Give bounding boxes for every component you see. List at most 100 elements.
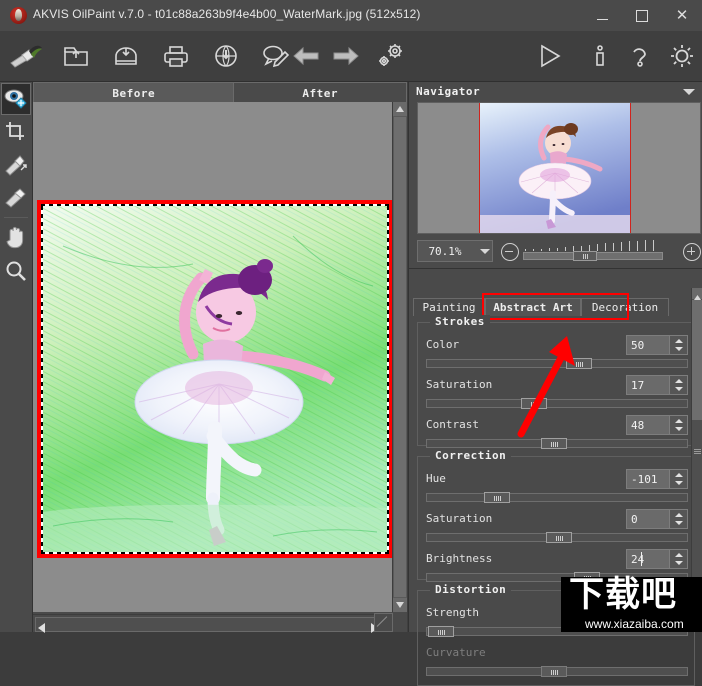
- contrast-stepper[interactable]: [670, 415, 688, 435]
- correction-saturation-slider-thumb[interactable]: [546, 532, 572, 543]
- minimize-button[interactable]: [582, 0, 622, 31]
- image-editor-area: Before After: [33, 82, 407, 633]
- watermark-url: www.xiazaiba.com: [585, 617, 684, 631]
- correction-saturation-value[interactable]: 0: [626, 509, 670, 529]
- save-image-icon[interactable]: [108, 38, 144, 74]
- brightness-value[interactable]: 24: [626, 549, 670, 569]
- param-correction-saturation: Saturation 0: [426, 509, 688, 549]
- main-toolbar: [0, 31, 702, 82]
- param-label: Saturation: [426, 378, 493, 391]
- param-label: Hue: [426, 472, 446, 485]
- plus-circle-icon[interactable]: [683, 243, 701, 261]
- zoom-level-value: 70.1%: [428, 245, 462, 258]
- stroke-saturation-value[interactable]: 17: [626, 375, 670, 395]
- correction-saturation-stepper[interactable]: [670, 509, 688, 529]
- panel-divider: [409, 268, 702, 269]
- hue-value[interactable]: -101: [626, 469, 670, 489]
- image-canvas[interactable]: [33, 102, 407, 612]
- abstract-art-highlight: [482, 293, 629, 320]
- help-question-icon[interactable]: [622, 38, 658, 74]
- color-value[interactable]: 50: [626, 335, 670, 355]
- param-color: Color 50: [426, 335, 688, 375]
- color-spinner[interactable]: 50: [626, 335, 688, 355]
- about-info-icon[interactable]: [582, 38, 618, 74]
- run-play-icon[interactable]: [532, 38, 568, 74]
- brightness-stepper[interactable]: [670, 549, 688, 569]
- chevron-down-icon[interactable]: [683, 89, 695, 95]
- preferences-gear-icon[interactable]: [664, 38, 700, 74]
- navigator-preview[interactable]: [417, 102, 701, 234]
- canvas-horizontal-scrollbar[interactable]: [33, 614, 393, 633]
- param-label: Curvature: [426, 646, 486, 659]
- hue-spinner[interactable]: -101: [626, 469, 688, 489]
- group-strokes-label: Strokes: [430, 315, 490, 328]
- crop-tool[interactable]: [1, 116, 31, 148]
- group-distortion-label: Distortion: [430, 583, 512, 596]
- scroll-left-arrow[interactable]: [38, 618, 47, 633]
- param-label: Contrast: [426, 418, 479, 431]
- zoom-slider-thumb[interactable]: [573, 251, 597, 261]
- open-image-icon[interactable]: [58, 38, 94, 74]
- zoom-level-dropdown[interactable]: 70.1%: [417, 240, 493, 262]
- param-label: Strength: [426, 606, 479, 619]
- stroke-saturation-slider-thumb[interactable]: [521, 398, 547, 409]
- hue-stepper[interactable]: [670, 469, 688, 489]
- window-controls: ✕: [582, 0, 702, 31]
- window-title: AKVIS OilPaint v.7.0 - t01c88a263b9f4e4b…: [33, 7, 421, 21]
- hue-slider-track[interactable]: [426, 493, 688, 502]
- right-panel: Navigator 70.1% Painting Abstract Art De…: [408, 82, 702, 686]
- publish-web-icon[interactable]: [208, 38, 244, 74]
- color-slider-thumb[interactable]: [566, 358, 592, 369]
- chevron-down-icon: [480, 249, 490, 254]
- navigator-thumbnail: [479, 103, 631, 233]
- stroke-saturation-slider-track[interactable]: [426, 399, 688, 408]
- stroke-saturation-spinner[interactable]: 17: [626, 375, 688, 395]
- tab-after[interactable]: After: [234, 82, 407, 103]
- settings-scroll-up-arrow[interactable]: [692, 288, 702, 300]
- eraser-tool[interactable]: [1, 182, 31, 214]
- param-stroke-saturation: Saturation 17: [426, 375, 688, 415]
- redo-arrow-icon[interactable]: [328, 38, 364, 74]
- color-stepper[interactable]: [670, 335, 688, 355]
- akvis-oilpaint-window: AKVIS OilPaint v.7.0 - t01c88a263b9f4e4b…: [0, 0, 702, 686]
- contrast-spinner[interactable]: 48: [626, 415, 688, 435]
- canvas-vertical-scrollbar[interactable]: [392, 102, 407, 612]
- color-slider-track[interactable]: [426, 359, 688, 368]
- brightness-spinner[interactable]: 24: [626, 549, 688, 569]
- group-correction-label: Correction: [430, 449, 512, 462]
- settings-scroll-thumb[interactable]: [692, 300, 702, 420]
- navigator-header: Navigator: [409, 82, 702, 101]
- maximize-button[interactable]: [622, 0, 662, 31]
- presets-gears-icon[interactable]: [373, 38, 409, 74]
- app-logo-icon: [10, 7, 27, 24]
- zoom-tool[interactable]: [1, 255, 31, 287]
- stroke-saturation-stepper[interactable]: [670, 375, 688, 395]
- close-button[interactable]: ✕: [662, 0, 702, 31]
- title-bar: AKVIS OilPaint v.7.0 - t01c88a263b9f4e4b…: [0, 0, 702, 32]
- scroll-up-arrow[interactable]: [393, 102, 407, 116]
- curvature-slider-thumb: [541, 666, 567, 677]
- zoom-controls: 70.1%: [417, 240, 701, 262]
- tab-before[interactable]: Before: [33, 82, 235, 103]
- hand-tool[interactable]: [1, 222, 31, 254]
- correction-saturation-spinner[interactable]: 0: [626, 509, 688, 529]
- hue-slider-thumb[interactable]: [484, 492, 510, 503]
- tab-painting[interactable]: Painting: [413, 298, 485, 316]
- minus-circle-icon[interactable]: [501, 243, 519, 261]
- vertical-scroll-thumb[interactable]: [394, 117, 406, 597]
- smudge-tool[interactable]: [1, 149, 31, 181]
- contrast-slider-thumb[interactable]: [541, 438, 567, 449]
- settings-scroll-grip: [694, 448, 701, 454]
- horizontal-scroll-track[interactable]: [35, 617, 381, 632]
- window-resize-grip[interactable]: [374, 613, 393, 632]
- param-hue: Hue -101: [426, 469, 688, 509]
- param-label: Color: [426, 338, 460, 351]
- before-after-tabs: Before After: [33, 82, 407, 103]
- brush-logo-icon[interactable]: [8, 38, 44, 74]
- undo-arrow-icon[interactable]: [288, 38, 324, 74]
- quick-preview-tool[interactable]: [1, 83, 31, 115]
- print-image-icon[interactable]: [158, 38, 194, 74]
- contrast-value[interactable]: 48: [626, 415, 670, 435]
- zoom-slider[interactable]: [523, 240, 663, 262]
- scroll-down-arrow[interactable]: [393, 598, 407, 612]
